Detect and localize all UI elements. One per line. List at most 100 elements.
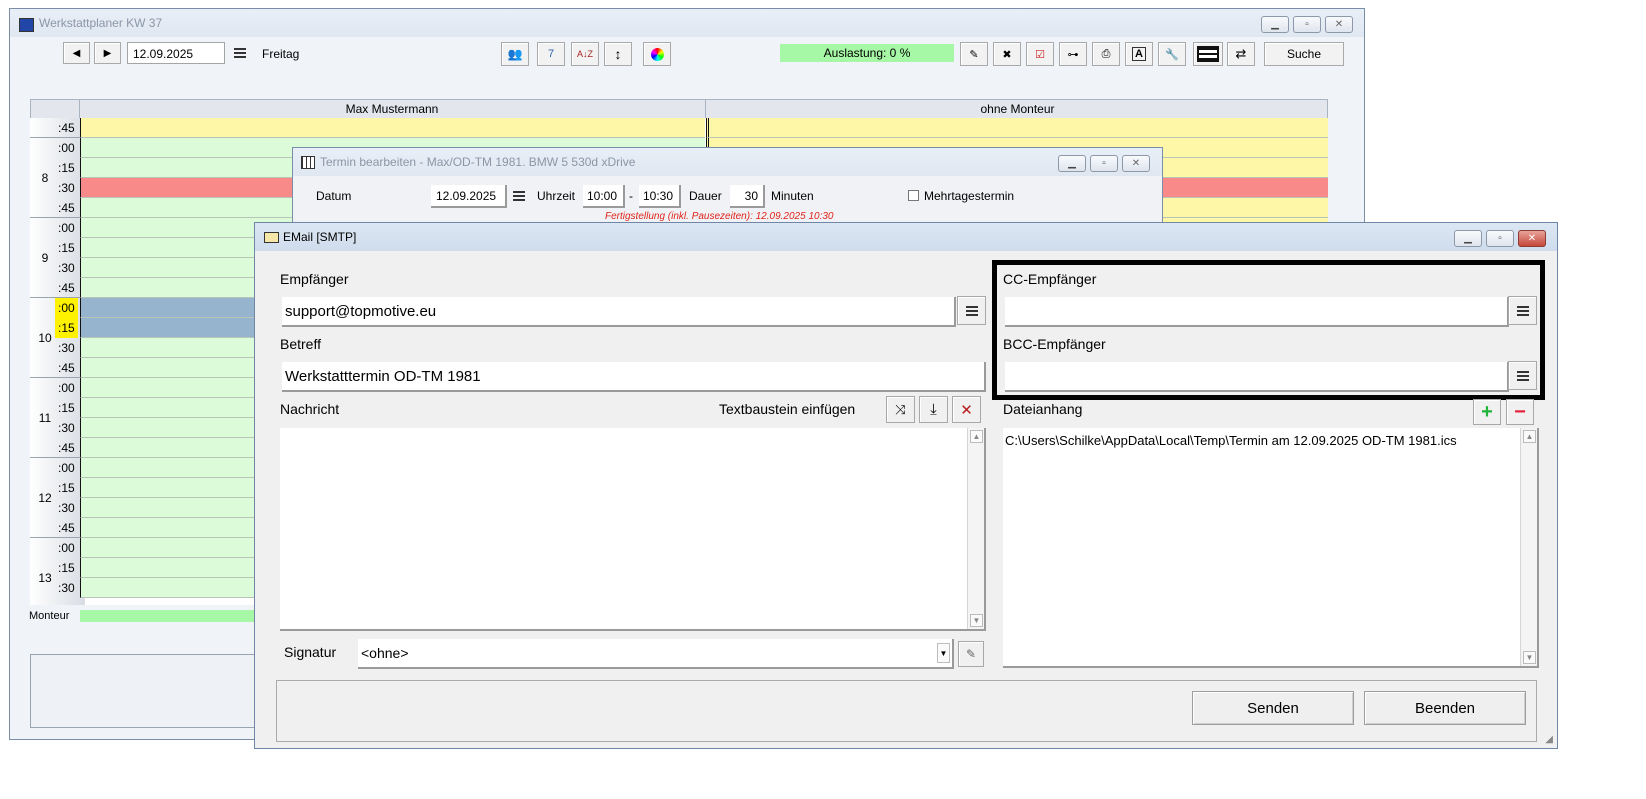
color-wheel-icon bbox=[650, 47, 664, 61]
print-button[interactable]: ⎙ bbox=[1092, 42, 1120, 66]
scroll-down-icon[interactable]: ▼ bbox=[970, 614, 983, 627]
cc-input[interactable] bbox=[1005, 297, 1509, 327]
scroll-down-icon[interactable]: ▼ bbox=[1523, 651, 1536, 664]
color-button[interactable] bbox=[643, 42, 671, 66]
minimize-button[interactable]: ▁ bbox=[1261, 16, 1289, 33]
sort-button[interactable]: A↓Z bbox=[571, 42, 599, 66]
attachment-scrollbar[interactable]: ▲ ▼ bbox=[1520, 428, 1537, 666]
add-attachment-button[interactable]: + bbox=[1473, 399, 1501, 425]
maximize-button[interactable]: ▫ bbox=[1090, 155, 1118, 172]
remove-attachment-button[interactable]: − bbox=[1506, 399, 1534, 425]
bcc-input[interactable] bbox=[1005, 362, 1509, 392]
delete-icon: ✖ bbox=[1002, 48, 1012, 61]
chevron-down-icon[interactable]: ▼ bbox=[937, 643, 950, 663]
minimize-button[interactable]: ▁ bbox=[1454, 230, 1482, 247]
empfaenger-list-button[interactable] bbox=[957, 296, 986, 325]
prev-day-button[interactable]: ◀ bbox=[63, 42, 90, 64]
updown-arrow-icon: ↕ bbox=[614, 46, 622, 62]
nachricht-scrollbar[interactable]: ▲ ▼ bbox=[967, 428, 984, 629]
time-label: :00 bbox=[58, 141, 75, 155]
clear-message-button[interactable]: ✕ bbox=[952, 396, 981, 423]
end-time-input[interactable]: 10:30 bbox=[639, 185, 681, 208]
maximize-icon: ▫ bbox=[1102, 157, 1106, 169]
font-button[interactable]: A bbox=[1125, 42, 1153, 66]
betreff-input[interactable]: Werkstatttermin OD-TM 1981 bbox=[282, 362, 986, 392]
calendar-view-button[interactable]: 7 bbox=[537, 42, 565, 66]
dauer-value: 30 bbox=[744, 189, 758, 203]
cc-list-button[interactable] bbox=[1508, 296, 1537, 325]
empfaenger-label: Empfänger bbox=[280, 271, 349, 287]
printer-icon: ⎙ bbox=[1101, 47, 1111, 60]
signatur-edit-button[interactable]: ✎ bbox=[958, 641, 984, 667]
close-button[interactable]: ✕ bbox=[1518, 230, 1546, 247]
time-label: :45 bbox=[58, 361, 75, 375]
maximize-icon: ▫ bbox=[1305, 18, 1309, 30]
time-label: :15 bbox=[58, 481, 75, 495]
termin-date-input[interactable]: 12.09.2025 bbox=[431, 185, 507, 208]
time-label: :00 bbox=[58, 461, 75, 475]
date-input[interactable]: 12.09.2025 bbox=[127, 42, 225, 64]
delete-button[interactable]: ✖ bbox=[993, 42, 1021, 66]
time-label: :15 bbox=[55, 318, 78, 338]
dauer-input[interactable]: 30 bbox=[730, 185, 765, 208]
resize-grip-icon[interactable]: ◢ bbox=[1545, 734, 1553, 745]
attachment-list[interactable]: C:\Users\Schilke\AppData\Local\Temp\Term… bbox=[1003, 428, 1539, 668]
start-time-input[interactable]: 10:00 bbox=[583, 185, 625, 208]
senden-label: Senden bbox=[1247, 699, 1299, 717]
slot-max-mustermann[interactable] bbox=[80, 118, 705, 138]
scroll-up-icon[interactable]: ▲ bbox=[1523, 430, 1536, 443]
column-header-1[interactable]: Max Mustermann bbox=[79, 100, 704, 118]
insert-textblock-button[interactable]: ⤓ bbox=[919, 396, 948, 423]
time-label: :00 bbox=[58, 541, 75, 555]
people-view-button[interactable]: 👥 bbox=[501, 42, 529, 66]
slot-ohne-monteur[interactable] bbox=[706, 118, 1328, 138]
time-label: :45 bbox=[58, 521, 75, 535]
close-button[interactable]: ✕ bbox=[1122, 155, 1150, 172]
bcc-label: BCC-Empfänger bbox=[1003, 336, 1106, 352]
nachricht-textarea[interactable]: ▲ ▼ bbox=[280, 428, 986, 631]
email-titlebar[interactable]: EMail [SMTP] ▁ ▫ ✕ bbox=[255, 223, 1557, 251]
download-icon: ⤓ bbox=[930, 401, 937, 418]
attachment-item[interactable]: C:\Users\Schilke\AppData\Local\Temp\Term… bbox=[1005, 433, 1457, 448]
time-label: :45 bbox=[58, 441, 75, 455]
close-icon: ✕ bbox=[1527, 232, 1537, 244]
end-time-value: 10:30 bbox=[643, 189, 674, 203]
column-header-2[interactable]: ohne Monteur bbox=[705, 100, 1329, 118]
time-label: :15 bbox=[58, 241, 75, 255]
auslastung-text: Auslastung: 0 % bbox=[823, 46, 911, 60]
time-label: :00 bbox=[58, 221, 75, 235]
termin-titlebar[interactable]: Termin bearbeiten - Max/OD-TM 1981. BMW … bbox=[293, 148, 1162, 176]
resize-button[interactable]: ↕ bbox=[604, 42, 632, 66]
find-button[interactable]: ⊶ bbox=[1059, 42, 1087, 66]
dateianhang-label: Dateianhang bbox=[1003, 401, 1083, 417]
grid-icon bbox=[1197, 46, 1219, 62]
scroll-up-icon[interactable]: ▲ bbox=[970, 430, 983, 443]
planner-titlebar[interactable]: Werkstattplaner KW 37 ▁ ▫ ✕ bbox=[10, 9, 1364, 37]
minimize-button[interactable]: ▁ bbox=[1058, 155, 1086, 172]
close-button[interactable]: ✕ bbox=[1325, 16, 1353, 33]
grid-button[interactable] bbox=[1193, 42, 1223, 66]
minus-icon: − bbox=[1514, 401, 1526, 423]
bcc-list-button[interactable] bbox=[1508, 361, 1537, 390]
signatur-value: <ohne> bbox=[361, 645, 409, 661]
calendar-list-button[interactable] bbox=[233, 46, 247, 60]
tools-button[interactable]: 🔧 bbox=[1158, 42, 1186, 66]
edit-button[interactable]: ✎ bbox=[960, 42, 988, 66]
empfaenger-input[interactable]: support@topmotive.eu bbox=[282, 297, 956, 327]
mehrtages-checkbox[interactable] bbox=[908, 190, 919, 201]
search-button[interactable]: Suche bbox=[1264, 42, 1344, 66]
next-day-button[interactable]: ▶ bbox=[94, 42, 121, 64]
senden-button[interactable]: Senden bbox=[1192, 691, 1354, 725]
checklist-button[interactable]: ☑ bbox=[1026, 42, 1054, 66]
maximize-button[interactable]: ▫ bbox=[1293, 16, 1321, 33]
maximize-button[interactable]: ▫ bbox=[1486, 230, 1514, 247]
time-label: :15 bbox=[58, 401, 75, 415]
date-list-button[interactable] bbox=[512, 189, 526, 203]
letter-a-icon: A bbox=[1132, 47, 1146, 61]
collapse-button[interactable]: ⤨ bbox=[886, 396, 915, 423]
refresh-button[interactable]: ⇄ bbox=[1227, 42, 1255, 66]
button-bar: Senden Beenden bbox=[276, 680, 1537, 742]
beenden-button[interactable]: Beenden bbox=[1364, 691, 1526, 725]
minuten-label: Minuten bbox=[771, 189, 814, 203]
signatur-select[interactable]: <ohne> ▼ bbox=[358, 639, 954, 669]
